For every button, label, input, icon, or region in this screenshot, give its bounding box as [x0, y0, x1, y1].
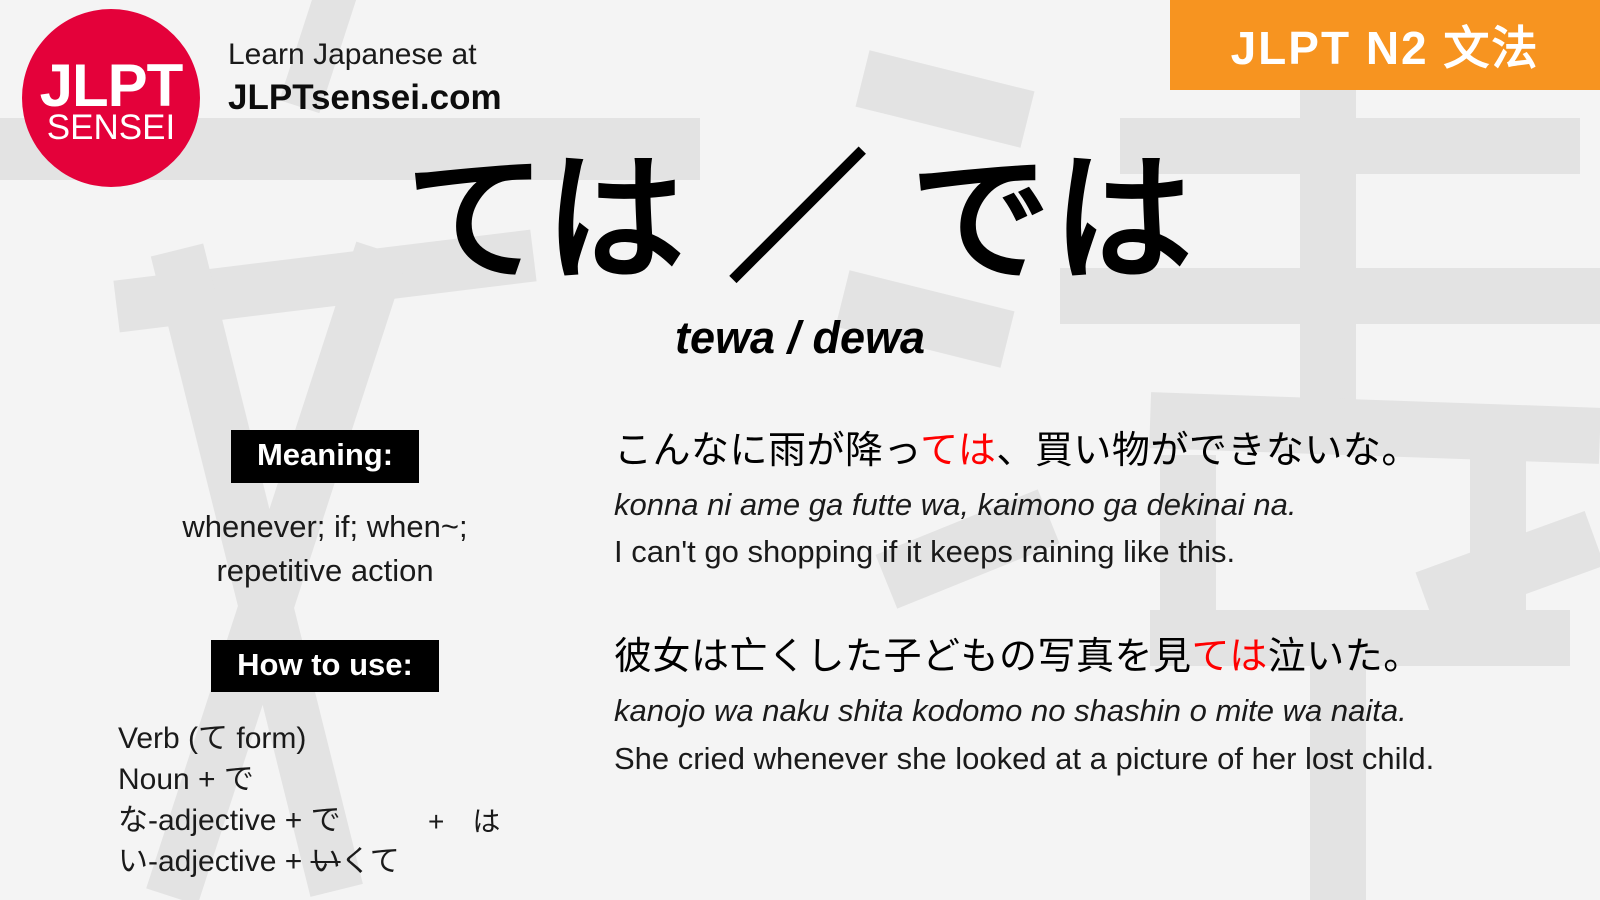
example-japanese: 彼女は亡くした子どもの写真を見ては泣いた。	[614, 634, 1574, 682]
example-sentence: こんなに雨が降っては、買い物ができないな。 konna ni ame ga fu…	[614, 428, 1574, 572]
definition-column: Meaning: whenever; if; when~; repetitive…	[60, 430, 590, 893]
example-jp-after: 、買い物ができないな。	[996, 430, 1420, 472]
example-sentence: 彼女は亡くした子どもの写真を見ては泣いた。 kanojo wa naku shi…	[614, 634, 1574, 778]
example-jp-highlight: ては	[920, 430, 997, 472]
logo-sensei-text: SENSEI	[46, 107, 176, 147]
level-badge: JLPT N2 文法	[1170, 0, 1600, 90]
usage-line: Verb (て form)	[118, 718, 590, 759]
usage-text: な-adjective + で	[118, 804, 341, 838]
example-jp-highlight: ては	[1191, 636, 1268, 679]
meaning-label: Meaning:	[230, 430, 420, 483]
grammar-point-romaji: tewa / dewa	[674, 312, 926, 363]
site-name: JLPTsensei.com	[228, 77, 502, 117]
usage-particle: は	[472, 806, 501, 838]
example-english: She cried whenever she looked at a pictu…	[614, 740, 1435, 776]
usage-line: Noun + で	[118, 759, 590, 800]
usage-text: Verb (て form)	[118, 722, 307, 756]
meaning-line-2: repetitive action	[216, 552, 434, 588]
usage-particle-group: + は	[428, 800, 500, 840]
grammar-card: JLPT SENSEI Learn Japanese at JLPTsensei…	[0, 0, 1600, 900]
usage-text: い-adjective +	[118, 845, 311, 879]
example-jp-before: こんなに雨が降っ	[614, 430, 921, 472]
usage-text: Noun + で	[118, 763, 254, 797]
logo-jlpt-text: JLPT	[39, 51, 184, 119]
site-branding: Learn Japanese at JLPTsensei.com	[228, 38, 502, 119]
usage-line: な-adjective + で	[118, 800, 590, 841]
example-jp-before: 彼女は亡くした子どもの写真を見	[614, 636, 1192, 679]
example-romaji: kanojo wa naku shita kodomo no shashin o…	[614, 693, 1407, 729]
usage-suffix: くて	[340, 845, 400, 879]
tagline: Learn Japanese at	[228, 38, 477, 71]
usage-rules: Verb (て form) Noun + で な-adjective + で い…	[60, 718, 590, 893]
meaning-line-1: whenever; if; when~;	[182, 508, 468, 544]
how-to-use-label: How to use:	[211, 639, 439, 693]
meaning-text: whenever; if; when~; repetitive action	[60, 505, 590, 593]
grammar-point-title: ては ／ では	[405, 141, 1195, 298]
usage-struck-kana: い	[310, 845, 341, 879]
example-jp-after: 泣いた。	[1267, 636, 1422, 679]
example-romaji: konna ni ame ga futte wa, kaimono ga dek…	[614, 486, 1297, 522]
usage-plus-sign: +	[428, 806, 445, 838]
usage-line: い-adjective + いくて	[118, 841, 590, 882]
howto-label-wrap: How to use:	[60, 639, 590, 693]
meaning-label-wrap: Meaning:	[60, 430, 590, 483]
watermark-stroke	[855, 50, 1035, 148]
level-badge-label: JLPT N2 文法	[1230, 22, 1540, 74]
example-japanese: こんなに雨が降っては、買い物ができないな。	[614, 428, 1574, 476]
title-block: ては ／ では tewa / dewa	[0, 150, 1600, 364]
example-english: I can't go shopping if it keeps raining …	[614, 534, 1236, 570]
examples-column: こんなに雨が降っては、買い物ができないな。 konna ni ame ga fu…	[614, 428, 1574, 779]
